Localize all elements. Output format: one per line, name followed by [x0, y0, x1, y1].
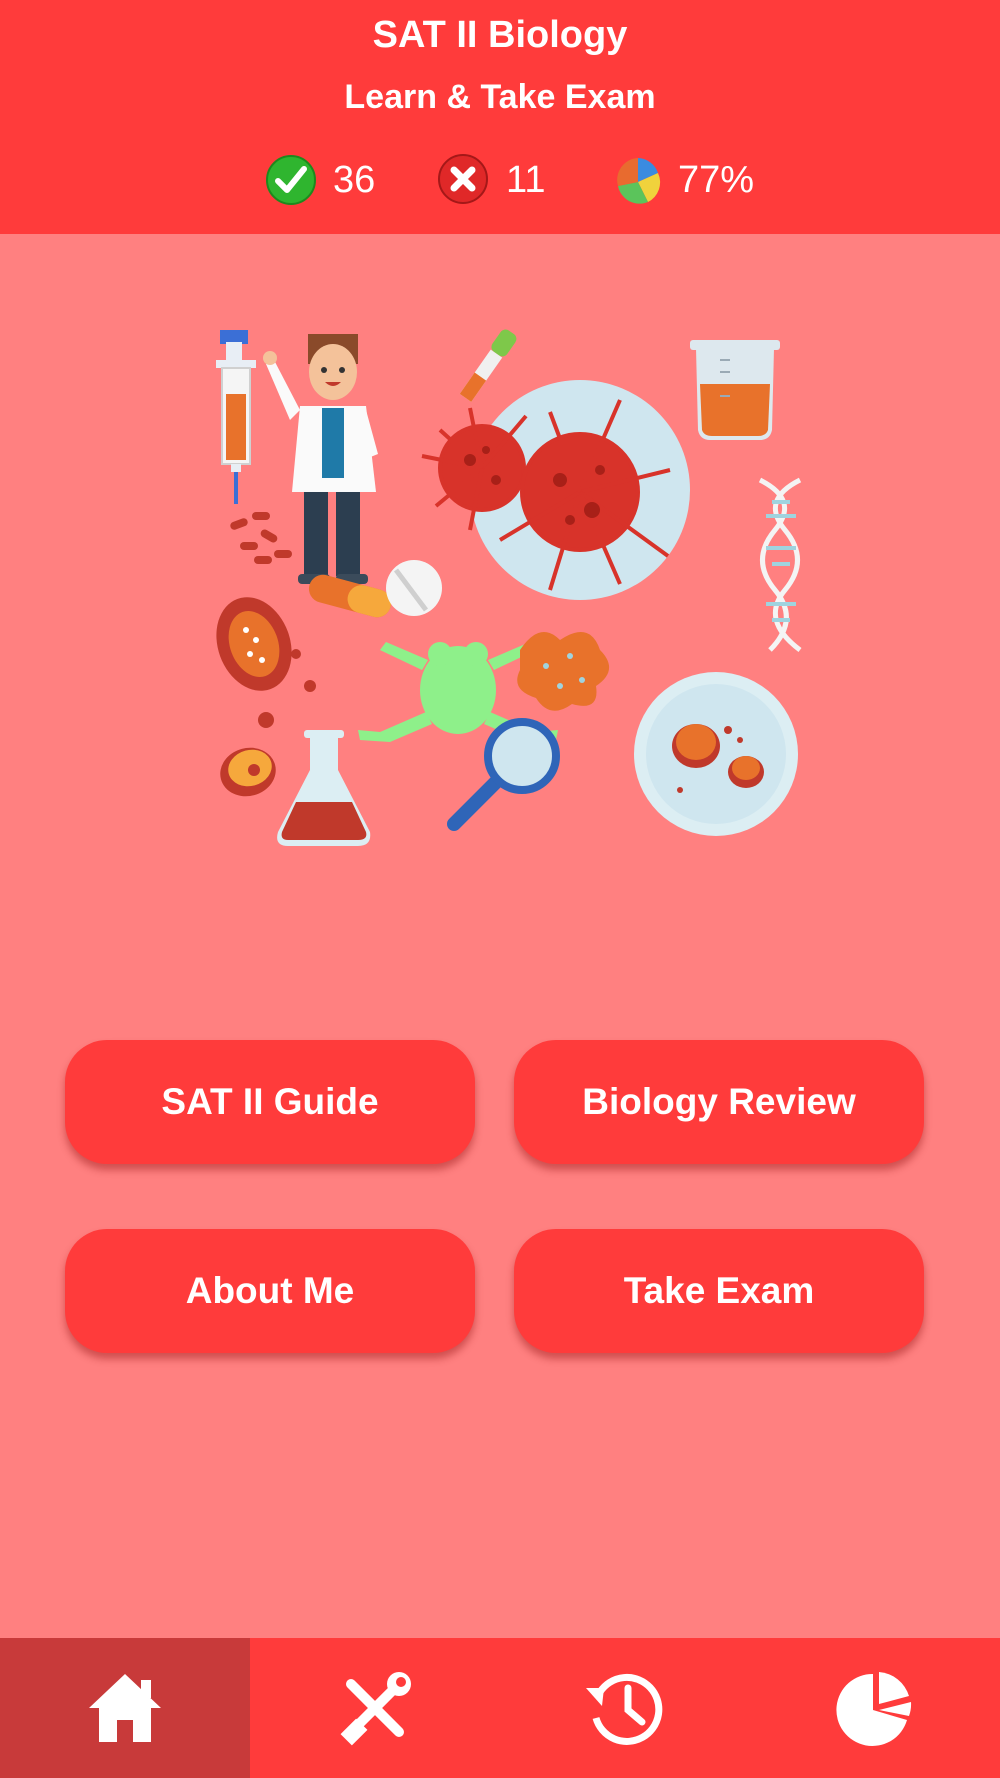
bacteria-icon — [230, 512, 292, 564]
about-me-button[interactable]: About Me — [65, 1229, 475, 1353]
virus-icon — [421, 380, 690, 600]
pie-chart-icon — [836, 1672, 912, 1746]
nav-tools[interactable] — [250, 1638, 500, 1778]
wrong-count: 11 — [506, 158, 546, 201]
sat-guide-button[interactable]: SAT II Guide — [65, 1040, 475, 1164]
scientist-icon — [263, 334, 378, 584]
flask-icon — [277, 730, 371, 846]
score-stat: 77% — [614, 152, 754, 208]
correct-count: 36 — [333, 158, 376, 201]
cell-icon — [216, 597, 316, 728]
amoeba-icon — [517, 632, 610, 711]
dna-icon — [758, 477, 802, 652]
correct-stat: 36 — [265, 152, 375, 208]
tools-icon — [340, 1672, 411, 1746]
nav-history[interactable] — [500, 1638, 750, 1778]
beaker-icon — [690, 340, 780, 440]
app-subtitle: Learn & Take Exam — [344, 78, 656, 116]
nav-home[interactable] — [0, 1638, 250, 1778]
biology-review-button[interactable]: Biology Review — [514, 1040, 924, 1164]
check-icon — [266, 155, 316, 205]
score-pie-icon — [617, 158, 661, 204]
stats-bar: 36 11 77% — [0, 152, 1000, 208]
syringe-icon — [216, 330, 256, 504]
magnifier-icon — [447, 718, 560, 831]
take-exam-button[interactable]: Take Exam — [514, 1229, 924, 1353]
home-icon — [89, 1674, 161, 1742]
cross-icon — [438, 154, 488, 204]
petri-dish-icon — [634, 672, 798, 836]
orange-cell-icon — [220, 747, 276, 797]
nav-statistics[interactable] — [750, 1638, 1000, 1778]
dropper-icon — [459, 329, 517, 402]
wrong-stat: 11 — [436, 152, 545, 208]
history-icon — [586, 1673, 663, 1745]
app-header: SAT II Biology Learn & Take Exam 36 11 7… — [0, 0, 1000, 234]
app-title: SAT II Biology — [372, 14, 628, 56]
biology-illustration — [216, 329, 802, 846]
score-value: 77% — [678, 158, 755, 201]
bottom-nav — [0, 1638, 1000, 1778]
